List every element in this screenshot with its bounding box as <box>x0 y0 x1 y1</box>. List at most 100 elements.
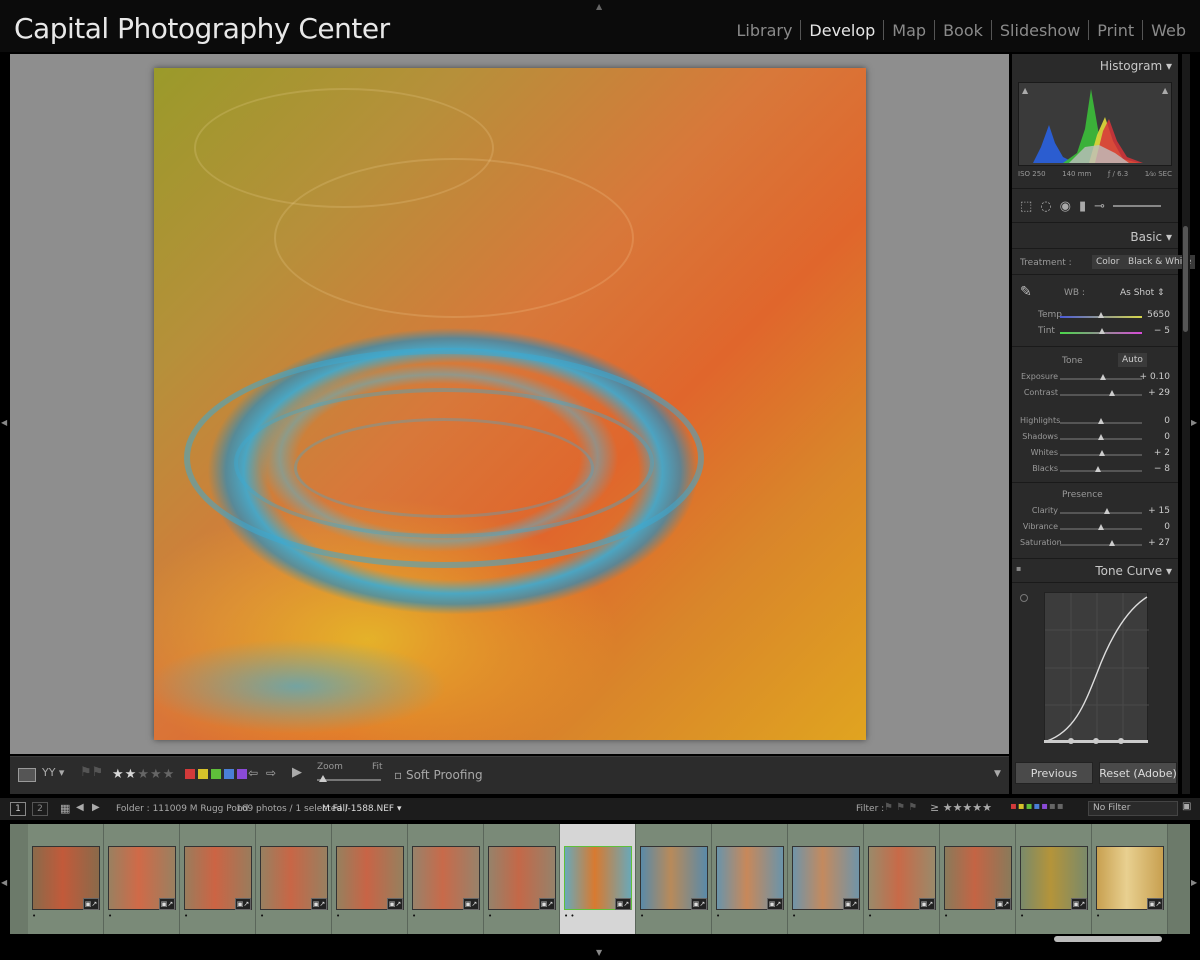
vibrance-slider[interactable] <box>1060 524 1142 530</box>
develop-badge-icon[interactable]: ▣↗ <box>843 898 859 910</box>
blacks-slider-knob[interactable] <box>1094 466 1101 472</box>
curve-split-knob-2[interactable] <box>1093 738 1099 744</box>
clarity-slider-knob[interactable] <box>1103 508 1110 514</box>
before-after-view-button[interactable]: YY ▾ <box>42 766 64 779</box>
flag-filter-icons[interactable]: ⚑ ⚑ ⚑ <box>884 802 917 813</box>
second-screen-button[interactable]: 2 <box>32 802 48 816</box>
filmstrip-thumbnail[interactable]: ▣↗ • • <box>560 824 636 934</box>
whites-slider[interactable] <box>1060 450 1142 456</box>
tone-curve-header[interactable]: Tone Curve ▾ <box>1095 564 1172 578</box>
vibrance-slider-knob[interactable] <box>1098 524 1104 530</box>
develop-badge-icon[interactable]: ▣↗ <box>83 898 99 910</box>
bottom-panel-toggle-icon[interactable]: ▼ <box>596 948 602 957</box>
highlights-slider[interactable] <box>1060 418 1142 424</box>
next-photo-icon[interactable]: ⇨ <box>266 766 276 780</box>
star-rating[interactable]: ★★★★★ <box>112 767 175 782</box>
play-slideshow-icon[interactable]: ▶ <box>292 765 302 780</box>
shadows-slider[interactable] <box>1060 434 1142 440</box>
exposure-slider[interactable] <box>1060 374 1142 380</box>
histogram-header[interactable]: Histogram ▾ <box>1100 59 1172 73</box>
grid-view-icon[interactable]: ▦ <box>60 802 70 815</box>
temp-value[interactable]: 5650 <box>1147 310 1170 320</box>
shadows-slider-knob[interactable] <box>1098 434 1104 440</box>
filmstrip-thumbnail[interactable]: ▣↗ • <box>408 824 484 934</box>
exposure-value[interactable]: + 0.10 <box>1140 372 1170 382</box>
module-develop[interactable]: Develop <box>801 21 883 40</box>
right-panel-scroll-thumb[interactable] <box>1183 226 1188 332</box>
color-label-5[interactable] <box>237 769 247 779</box>
main-screen-button[interactable]: 1 <box>10 802 26 816</box>
star-filter[interactable]: ≥ ★★★★★ <box>930 801 992 814</box>
temp-slider[interactable] <box>1060 312 1142 318</box>
saturation-slider-knob[interactable] <box>1108 540 1115 546</box>
treatment-color-button[interactable]: Color <box>1092 255 1124 269</box>
color-label-1[interactable] <box>185 769 195 779</box>
develop-badge-icon[interactable]: ▣↗ <box>691 898 707 910</box>
clarity-slider[interactable] <box>1060 508 1142 514</box>
folder-path[interactable]: Folder : 111009 M Rugg Pond <box>116 804 248 814</box>
filmstrip-thumbnail[interactable]: ▣↗ • <box>864 824 940 934</box>
auto-tone-button[interactable]: Auto <box>1118 353 1147 367</box>
whites-slider-knob[interactable] <box>1098 450 1105 456</box>
panel-switch-icon[interactable]: ▪ <box>1016 564 1021 573</box>
curve-split-knob-1[interactable] <box>1068 738 1074 744</box>
develop-badge-icon[interactable]: ▣↗ <box>463 898 479 910</box>
filmstrip-thumbnail[interactable]: ▣↗ • <box>1092 824 1168 934</box>
filter-lock-icon[interactable]: ▣ <box>1182 801 1191 812</box>
module-library[interactable]: Library <box>728 21 800 40</box>
star-1-icon[interactable]: ★ <box>112 767 125 782</box>
module-book[interactable]: Book <box>935 21 991 40</box>
filmstrip-thumbnail[interactable]: ▣↗ • <box>1016 824 1092 934</box>
forward-icon[interactable]: ▶ <box>92 802 100 813</box>
module-map[interactable]: Map <box>884 21 934 40</box>
right-panel-scrollbar[interactable] <box>1182 54 1190 794</box>
blacks-value[interactable]: − 8 <box>1154 464 1170 474</box>
filter-dropdown[interactable]: No Filter <box>1088 801 1178 816</box>
zoom-slider-knob[interactable] <box>319 775 327 782</box>
contrast-slider-knob[interactable] <box>1109 390 1116 396</box>
develop-badge-icon[interactable]: ▣↗ <box>1071 898 1087 910</box>
tint-value[interactable]: − 5 <box>1154 326 1170 336</box>
loupe-view-button[interactable] <box>18 768 36 782</box>
star-5-icon[interactable]: ★ <box>163 767 176 782</box>
right-panel-toggle-icon[interactable]: ▶ <box>1191 418 1197 427</box>
flag-icon[interactable]: ⚑⚑ <box>80 765 103 780</box>
filmstrip-thumbnail[interactable]: ▣↗ • <box>104 824 180 934</box>
filmstrip-scrollbar[interactable] <box>1054 936 1162 942</box>
white-balance-eyedropper-icon[interactable]: ✎ <box>1020 284 1032 300</box>
color-label-3[interactable] <box>211 769 221 779</box>
develop-badge-icon[interactable]: ▣↗ <box>995 898 1011 910</box>
curve-split-knob-3[interactable] <box>1118 738 1124 744</box>
develop-badge-icon[interactable]: ▣↗ <box>387 898 403 910</box>
filmstrip-left-icon[interactable]: ◀ <box>1 878 7 887</box>
module-web[interactable]: Web <box>1143 21 1194 40</box>
module-print[interactable]: Print <box>1089 21 1142 40</box>
filmstrip-thumbnail[interactable]: ▣↗ • <box>28 824 104 934</box>
tone-curve-graph[interactable] <box>1044 592 1149 743</box>
filmstrip-right-icon[interactable]: ▶ <box>1191 878 1197 887</box>
filmstrip-thumbnail[interactable]: ▣↗ • <box>712 824 788 934</box>
spot-removal-tool-icon[interactable]: ◌ <box>1040 199 1051 214</box>
exposure-slider-knob[interactable] <box>1099 374 1106 380</box>
reset-button[interactable]: Reset (Adobe) <box>1099 762 1177 784</box>
blacks-slider[interactable] <box>1060 466 1142 472</box>
contrast-slider[interactable] <box>1060 390 1142 396</box>
develop-badge-icon[interactable]: ▣↗ <box>615 898 631 910</box>
highlights-slider-knob[interactable] <box>1098 418 1104 424</box>
previous-button[interactable]: Previous <box>1015 762 1093 784</box>
graduated-filter-tool-icon[interactable]: ▮ <box>1079 199 1086 214</box>
filmstrip-thumbnail[interactable]: ▣↗ • <box>332 824 408 934</box>
color-filter[interactable]: ▪▪▪▪▪▪▪ <box>1010 801 1064 812</box>
basic-header[interactable]: Basic ▾ <box>1130 230 1172 244</box>
shadows-value[interactable]: 0 <box>1164 432 1170 442</box>
targeted-adjustment-icon[interactable] <box>1020 594 1028 602</box>
develop-badge-icon[interactable]: ▣↗ <box>1147 898 1163 910</box>
main-photo[interactable] <box>154 68 866 740</box>
current-filename[interactable]: M Fall-1588.NEF ▾ <box>322 804 402 814</box>
wb-dropdown[interactable]: As Shot ⇕ <box>1120 288 1165 298</box>
previous-photo-icon[interactable]: ⇦ <box>248 766 258 780</box>
module-slideshow[interactable]: Slideshow <box>992 21 1088 40</box>
color-label-4[interactable] <box>224 769 234 779</box>
highlights-value[interactable]: 0 <box>1164 416 1170 426</box>
filmstrip-thumbnail[interactable]: ▣↗ • <box>636 824 712 934</box>
